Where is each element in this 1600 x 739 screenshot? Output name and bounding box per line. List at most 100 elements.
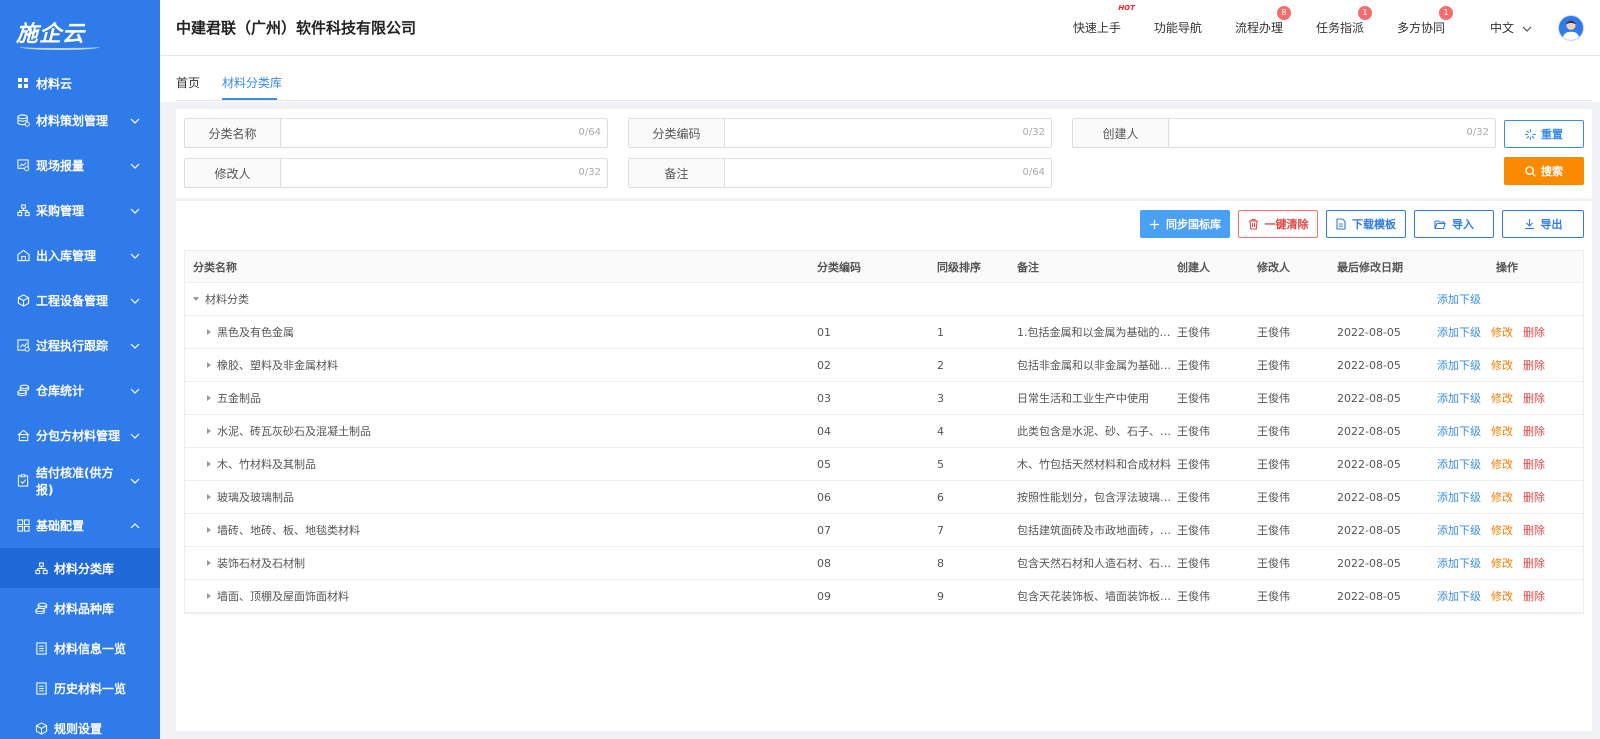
sidebar-subitem-label: 规则设置 [54,721,103,736]
row-modifier: 王俊伟 [1257,326,1290,339]
sidebar-subitem[interactable]: 材料品种库 [0,588,160,628]
expand-caret-icon[interactable] [193,297,199,301]
category-name-field: 分类名称 0/64 [184,118,608,148]
sidebar-item[interactable]: 出入库管理 [0,233,160,278]
delete-link[interactable]: 删除 [1523,390,1545,406]
sidebar-item[interactable]: 采购管理 [0,188,160,233]
add-child-link[interactable]: 添加下级 [1437,456,1481,472]
cube-icon [16,294,30,308]
sidebar-item-label: 采购管理 [36,204,85,218]
header-nav-item[interactable]: 流程办理 8 [1235,6,1291,36]
clear-all-button[interactable]: 一键清除 [1238,210,1318,238]
char-count: 0/32 [1022,127,1045,138]
sidebar-item-label: 材料云 [36,76,73,91]
delete-link[interactable]: 删除 [1523,555,1545,571]
sidebar-subitem[interactable]: 材料信息一览 [0,628,160,668]
sidebar-item[interactable]: 材料策划管理 [0,98,160,143]
add-child-link[interactable]: 添加下级 [1437,423,1481,439]
edit-link[interactable]: 修改 [1491,423,1513,439]
row-note: 日常生活和工业生产中使用 [1017,392,1149,405]
sidebar-item-material-cloud[interactable]: 材料云 [0,68,160,98]
char-count: 0/64 [1022,167,1045,178]
delete-link[interactable]: 删除 [1523,456,1545,472]
add-child-link[interactable]: 添加下级 [1437,357,1481,373]
sync-national-standard-button[interactable]: 同步国标库 [1140,210,1230,238]
sidebar-item[interactable]: 现场报量 [0,143,160,188]
row-note: 木、竹包括天然材料和合成材料 [1017,458,1171,471]
field-label: 分类名称 [185,119,281,147]
row-note: 按照性能划分，包含浮法玻璃… [1017,491,1171,504]
edit-link[interactable]: 修改 [1491,390,1513,406]
sidebar-item[interactable]: 基础配置 [0,503,160,548]
header-nav-item[interactable]: 多方协同 1 [1397,6,1453,36]
sidebar-item[interactable]: 分包方材料管理 [0,413,160,458]
sidebar-item[interactable]: 工程设备管理 [0,278,160,323]
row-name: 水泥、砖瓦灰砂石及混凝土制品 [217,425,371,438]
modifier-input[interactable] [281,159,607,187]
add-child-link[interactable]: 添加下级 [1437,489,1481,505]
row-note: 此类包含是水泥、砂、石子、… [1017,425,1171,438]
edit-link[interactable]: 修改 [1491,588,1513,604]
expand-caret-icon[interactable] [207,461,211,467]
tab-material-category[interactable]: 材料分类库 [222,74,282,91]
sidebar-subitem[interactable]: 材料分类库 [0,548,160,588]
row-name: 橡胶、塑料及非金属材料 [217,359,338,372]
expand-caret-icon[interactable] [207,329,211,335]
row-sort: 8 [937,556,944,570]
delete-link[interactable]: 删除 [1523,522,1545,538]
language-select[interactable]: 中文 [1490,19,1532,36]
reset-button[interactable]: 重置 [1504,120,1584,148]
add-child-link[interactable]: 添加下级 [1437,522,1481,538]
header-nav-label: 功能导航 [1153,21,1202,35]
delete-link[interactable]: 删除 [1523,489,1545,505]
download-icon [1524,218,1535,230]
header-nav-item[interactable]: 快速上手 HOT [1073,4,1135,36]
header-nav-item[interactable]: 功能导航 [1154,19,1202,36]
edit-link[interactable]: 修改 [1491,456,1513,472]
expand-caret-icon[interactable] [207,428,211,434]
creator-input[interactable] [1169,119,1495,147]
sidebar-item[interactable]: 仓库统计 [0,368,160,413]
delete-link[interactable]: 删除 [1523,423,1545,439]
sidebar-subitem[interactable]: 规则设置 [0,708,160,739]
delete-link[interactable]: 删除 [1523,588,1545,604]
edit-link[interactable]: 修改 [1491,555,1513,571]
sidebar-item[interactable]: 结付核准(供方报) [0,458,160,503]
expand-caret-icon[interactable] [207,395,211,401]
add-child-link[interactable]: 添加下级 [1437,555,1481,571]
download-template-button[interactable]: 下载模板 [1326,210,1406,238]
sidebar-item-label: 材料策划管理 [36,114,109,128]
sidebar-item-label: 结付核准(供方报) [36,465,114,497]
tab-home[interactable]: 首页 [176,74,200,91]
row-sort: 3 [937,391,944,405]
add-child-link[interactable]: 添加下级 [1437,588,1481,604]
category-code-input[interactable] [725,119,1051,147]
import-button[interactable]: 导入 [1414,210,1494,238]
sidebar-subitem[interactable]: 历史材料一览 [0,668,160,708]
expand-caret-icon[interactable] [207,362,211,368]
expand-caret-icon[interactable] [207,494,211,500]
add-child-link[interactable]: 添加下级 [1437,390,1481,406]
search-button[interactable]: 搜索 [1504,157,1584,185]
export-button[interactable]: 导出 [1502,210,1584,238]
table-header: 分类名称 分类编码 同级排序 备注 创建人 修改人 最后修改日期 操作 [185,251,1583,283]
delete-link[interactable]: 删除 [1523,324,1545,340]
delete-link[interactable]: 删除 [1523,357,1545,373]
expand-caret-icon[interactable] [207,527,211,533]
expand-caret-icon[interactable] [207,593,211,599]
sidebar-item[interactable]: 过程执行跟踪 [0,323,160,368]
header-nav-item[interactable]: 任务指派 1 [1316,6,1372,36]
expand-caret-icon[interactable] [207,560,211,566]
chevron-down-icon [130,161,140,171]
add-child-link[interactable]: 添加下级 [1437,324,1481,340]
avatar[interactable] [1558,14,1584,41]
edit-link[interactable]: 修改 [1491,522,1513,538]
category-name-input[interactable] [281,119,607,147]
add-child-link[interactable]: 添加下级 [1437,291,1481,307]
row-creator: 王俊伟 [1177,326,1210,339]
edit-link[interactable]: 修改 [1491,324,1513,340]
edit-link[interactable]: 修改 [1491,357,1513,373]
edit-link[interactable]: 修改 [1491,489,1513,505]
row-modifier: 王俊伟 [1257,425,1290,438]
note-input[interactable] [725,159,1051,187]
